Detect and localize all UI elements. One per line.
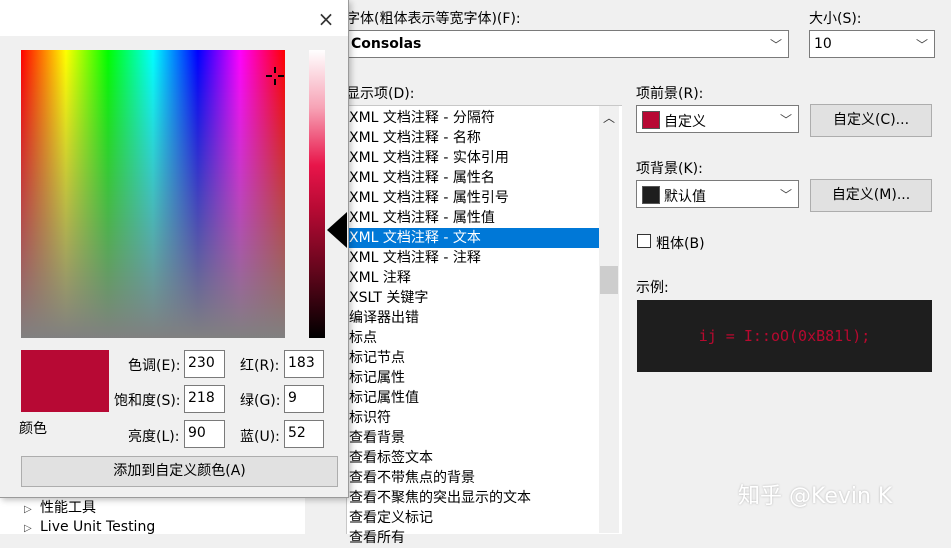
bold-checkbox-label[interactable]: 粗体(B) xyxy=(656,233,705,253)
crosshair-icon[interactable] xyxy=(266,67,284,85)
list-item[interactable]: XML 文档注释 - 分隔符 xyxy=(347,108,600,128)
foreground-color-swatch xyxy=(642,111,660,129)
list-item[interactable]: 查看标签文本 xyxy=(347,448,600,468)
dialog-titlebar xyxy=(0,0,348,36)
list-item[interactable]: XML 文档注释 - 名称 xyxy=(347,128,600,148)
bold-checkbox[interactable] xyxy=(637,234,651,248)
list-item[interactable]: XML 文档注释 - 属性引号 xyxy=(347,188,600,208)
sample-preview: ij = I::oO(0xB81l); xyxy=(637,300,932,372)
green-input[interactable]: 9 xyxy=(284,385,324,413)
saturation-label: 饱和度(S): xyxy=(114,393,181,409)
listbox-scrollbar[interactable] xyxy=(599,106,619,533)
luminance-slider[interactable] xyxy=(309,50,325,338)
list-item[interactable]: 查看不带焦点的背景 xyxy=(347,468,600,488)
background-combobox-value: 默认值 xyxy=(664,189,706,205)
background-color-swatch xyxy=(642,186,660,204)
list-item[interactable]: 标记属性 xyxy=(347,368,600,388)
list-item[interactable]: 标记节点 xyxy=(347,348,600,368)
color-spectrum[interactable] xyxy=(21,50,285,338)
list-item[interactable]: XML 文档注释 - 属性名 xyxy=(347,168,600,188)
luminance-input[interactable]: 90 xyxy=(184,420,225,448)
green-label: 绿(G): xyxy=(240,393,281,409)
list-item[interactable]: 标记属性值 xyxy=(347,388,600,408)
luminance-label: 亮度(L): xyxy=(128,429,180,445)
chevron-down-icon: ﹀ xyxy=(779,188,792,202)
list-item[interactable]: XML 文档注释 - 文本 xyxy=(347,228,600,248)
color-dialog: × 颜色 色调(E): 230 饱和度(S): 218 亮度(L): 90 红(… xyxy=(0,0,349,498)
display-items-listbox[interactable]: XML 文档注释 - 分隔符 XML 文档注释 - 名称 XML 文档注释 - 实体… xyxy=(346,105,622,546)
red-input[interactable]: 183 xyxy=(284,350,324,378)
display-items-label: 显示项(D): xyxy=(346,86,415,102)
background-label: 项背景(K): xyxy=(636,161,703,177)
list-item[interactable]: XML 文档注释 - 属性值 xyxy=(347,208,600,228)
foreground-label: 项前景(R): xyxy=(636,86,704,102)
blue-label: 蓝(U): xyxy=(240,429,280,445)
color-preview-label: 颜色 xyxy=(19,421,47,437)
saturation-input[interactable]: 218 xyxy=(184,385,225,413)
size-label: 大小(S): xyxy=(809,11,862,27)
list-item[interactable]: 标识符 xyxy=(347,408,600,428)
list-item[interactable]: XML 文档注释 - 实体引用 xyxy=(347,148,600,168)
expand-triangle-icon[interactable]: ▷ xyxy=(24,504,34,515)
list-item[interactable]: 编译器出错 xyxy=(347,308,600,328)
size-combobox[interactable]: 10 ﹀ xyxy=(809,30,935,58)
luminance-arrow-icon[interactable] xyxy=(327,212,347,248)
hue-input[interactable]: 230 xyxy=(184,350,225,378)
foreground-combobox[interactable]: 自定义 ﹀ xyxy=(636,105,799,133)
font-combobox-value: Consolas xyxy=(351,36,422,52)
font-label: 字体(粗体表示等宽字体)(F): xyxy=(346,11,521,27)
list-item[interactable]: XML 注释 xyxy=(347,268,600,288)
foreground-custom-button[interactable]: 自定义(C)... xyxy=(810,104,932,137)
font-combobox[interactable]: Consolas ﹀ xyxy=(346,30,789,58)
scrollbar-thumb[interactable] xyxy=(600,266,618,294)
background-custom-button[interactable]: 自定义(M)... xyxy=(810,179,932,212)
watermark: 知乎 @Kevin K xyxy=(738,484,893,509)
list-item[interactable]: 查看所有 xyxy=(347,528,600,548)
color-preview xyxy=(21,350,109,412)
chevron-down-icon: ﹀ xyxy=(779,113,792,127)
chevron-down-icon: ﹀ xyxy=(915,38,928,52)
list-item[interactable]: 标点 xyxy=(347,328,600,348)
list-item[interactable]: XML 文档注释 - 注释 xyxy=(347,248,600,268)
list-item[interactable]: 查看定义标记 xyxy=(347,508,600,528)
close-icon[interactable]: × xyxy=(312,6,340,32)
hue-label: 色调(E): xyxy=(128,358,181,374)
scroll-up-icon[interactable]: ︿ xyxy=(599,108,619,128)
add-custom-color-button[interactable]: 添加到自定义颜色(A) xyxy=(21,456,338,487)
red-label: 红(R): xyxy=(240,358,280,374)
sample-label: 示例: xyxy=(636,280,669,296)
chevron-down-icon: ﹀ xyxy=(769,38,782,52)
sample-text: ij = I::oO(0xB81l); xyxy=(698,327,871,345)
tree-item-performance-tools[interactable]: ▷ 性能工具 xyxy=(24,497,96,517)
background-combobox[interactable]: 默认值 ﹀ xyxy=(636,180,799,208)
list-item[interactable]: 查看不聚焦的突出显示的文本 xyxy=(347,488,600,508)
list-item[interactable]: XSLT 关键字 xyxy=(347,288,600,308)
size-combobox-value: 10 xyxy=(814,36,832,52)
blue-input[interactable]: 52 xyxy=(284,420,324,448)
list-item[interactable]: 查看背景 xyxy=(347,428,600,448)
expand-triangle-icon[interactable]: ▷ xyxy=(24,523,34,534)
foreground-combobox-value: 自定义 xyxy=(664,114,706,130)
